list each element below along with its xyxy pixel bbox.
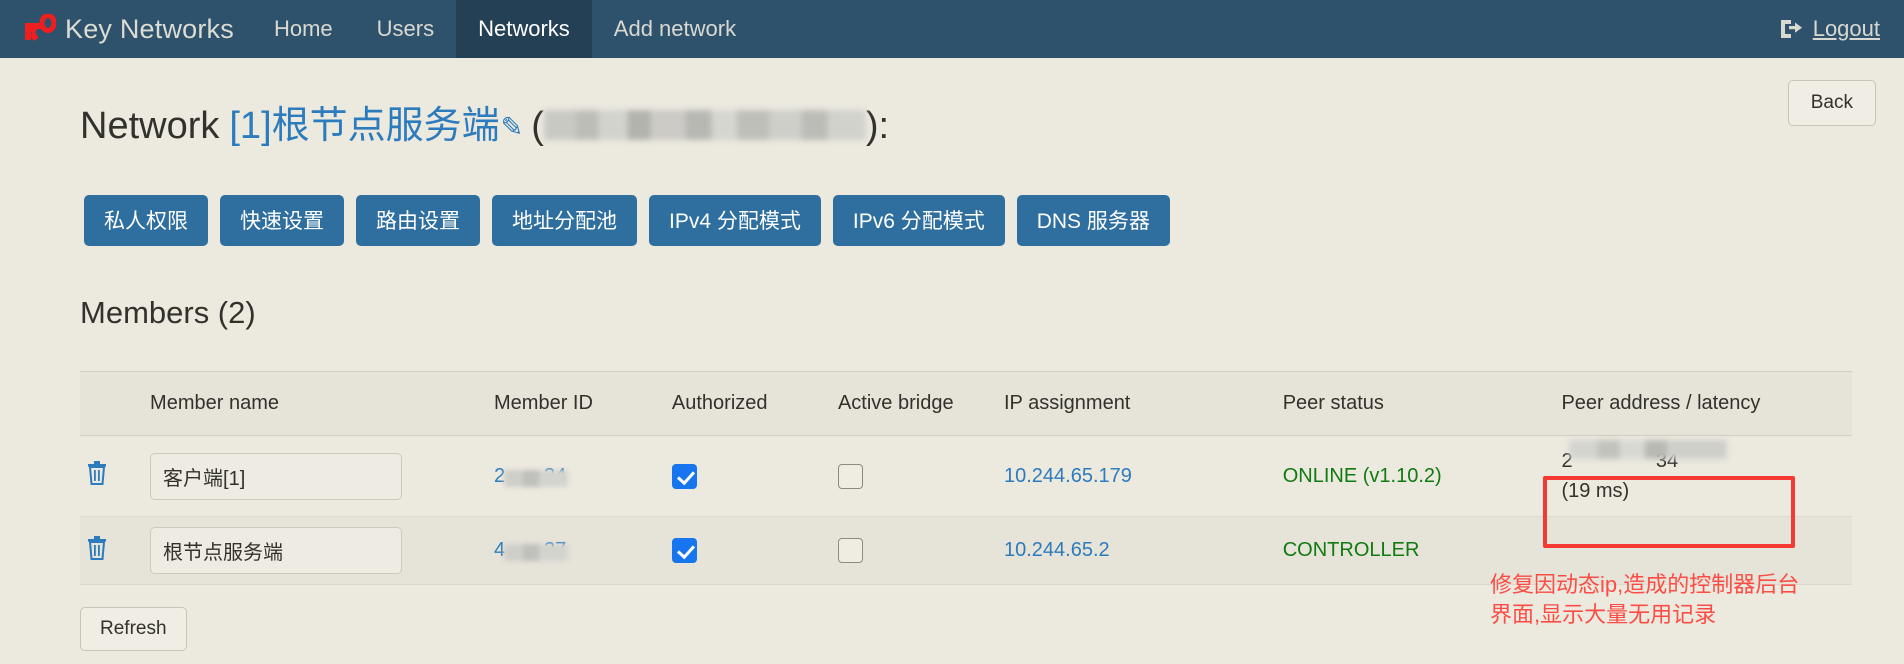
peer-latency: (19 ms) (1561, 480, 1630, 503)
navbar-right: Logout (1778, 0, 1904, 58)
col-header-peer-address-latency: Peer address / latency (1555, 371, 1852, 437)
ip-assignment-link[interactable]: 10.244.65.179 (1004, 465, 1132, 487)
config-button-routes[interactable]: 路由设置 (356, 194, 480, 246)
title-row: Network [1]根节点服务端 ✎ ( ): Back (0, 58, 1904, 175)
page-body: Network [1]根节点服务端 ✎ ( ): Back 私人权限 快速设置 … (0, 58, 1904, 652)
member-id-redacted[interactable]: 4 37 (494, 539, 568, 562)
peer-address-redacted: 2 34 (1561, 440, 1846, 476)
brand-label: Key Networks (65, 13, 234, 44)
top-navbar: Key Networks Home Users Networks Add net… (0, 0, 1904, 58)
trash-icon[interactable] (86, 460, 108, 486)
cell-active-bridge (831, 516, 998, 586)
cell-member-id: 4 37 (488, 516, 666, 586)
config-button-row: 私人权限 快速设置 路由设置 地址分配池 IPv4 分配模式 IPv6 分配模式… (0, 175, 1904, 246)
network-name: [1]根节点服务端 (229, 105, 500, 148)
cell-member-name (144, 435, 488, 518)
authorized-checkbox[interactable] (671, 538, 697, 564)
config-button-ipv4-mode[interactable]: IPv4 分配模式 (649, 194, 821, 246)
col-header-member-name: Member name (144, 371, 488, 437)
back-button[interactable]: Back (1787, 80, 1876, 126)
logout-button[interactable]: Logout (1778, 16, 1880, 42)
ip-assignment-link[interactable]: 10.244.65.2 (1004, 539, 1110, 561)
network-id-redacted (543, 110, 866, 141)
peer-status-value: ONLINE (v1.10.2) (1282, 464, 1442, 487)
brand[interactable]: Key Networks (0, 0, 252, 58)
cell-delete (80, 516, 145, 586)
paren-close: ): (865, 105, 890, 148)
cell-authorized (665, 516, 832, 586)
member-id-redacted[interactable]: 2 34 (494, 465, 568, 488)
cell-ip-assignment: 10.244.65.179 (998, 435, 1277, 518)
config-button-ipv6-mode[interactable]: IPv6 分配模式 (832, 194, 1005, 246)
col-header-peer-status: Peer status (1276, 371, 1556, 437)
config-button-ip-pool[interactable]: 地址分配池 (492, 194, 637, 246)
member-name-input[interactable] (150, 527, 403, 575)
members-table-body: 2 34 10.244.65.179 ONLINE (v (80, 435, 1852, 586)
cell-peer-status: ONLINE (v1.10.2) (1276, 435, 1556, 518)
col-header-active-bridge: Active bridge (831, 371, 998, 437)
member-name-input[interactable] (150, 452, 403, 500)
cell-authorized (665, 435, 832, 518)
members-table-head: Member name Member ID Authorized Active … (80, 371, 1852, 437)
refresh-button[interactable]: Refresh (80, 607, 187, 652)
col-header-member-id: Member ID (488, 371, 666, 437)
members-table-wrap: Member name Member ID Authorized Active … (0, 357, 1904, 586)
paren-open: ( (531, 105, 544, 148)
page-title: Network [1]根节点服务端 ✎ ( ): (80, 105, 889, 149)
sign-out-icon (1780, 20, 1802, 38)
cell-peer-address: 2 34 (19 ms) (1555, 435, 1852, 518)
cell-member-name (144, 516, 488, 586)
page-title-prefix: Network (80, 105, 220, 148)
cell-delete (80, 435, 145, 518)
annotation-right: 修复因动态ip,造成的控制器后台界面,显示大量无用记录 (1490, 572, 1800, 627)
config-button-private-permissions[interactable]: 私人权限 (84, 194, 208, 246)
nav-item-add-network[interactable]: Add network (592, 0, 758, 58)
config-button-quick-settings[interactable]: 快速设置 (220, 194, 344, 246)
cell-member-id: 2 34 (488, 435, 666, 518)
active-bridge-checkbox[interactable] (837, 463, 863, 489)
nav-item-users[interactable]: Users (355, 0, 456, 58)
authorized-checkbox[interactable] (671, 463, 697, 489)
pencil-icon[interactable]: ✎ (501, 112, 524, 143)
nav-item-networks[interactable]: Networks (456, 0, 592, 58)
config-button-dns[interactable]: DNS 服务器 (1016, 194, 1170, 246)
logout-label: Logout (1812, 16, 1880, 41)
cell-active-bridge (831, 435, 998, 518)
members-table: Member name Member ID Authorized Active … (80, 371, 1852, 586)
nav-links: Home Users Networks Add network (252, 0, 758, 58)
col-header-authorized: Authorized (665, 371, 832, 437)
peer-status-value: CONTROLLER (1282, 539, 1420, 562)
members-heading: Members (2) (80, 295, 256, 331)
active-bridge-checkbox[interactable] (837, 538, 863, 564)
col-header-delete (80, 371, 145, 437)
cell-ip-assignment: 10.244.65.2 (998, 516, 1277, 586)
nav-item-home[interactable]: Home (252, 0, 355, 58)
col-header-ip-assignment: IP assignment (998, 371, 1277, 437)
trash-icon[interactable] (86, 535, 108, 561)
table-row: 2 34 10.244.65.179 ONLINE (v (80, 435, 1852, 518)
table-header-row: Member name Member ID Authorized Active … (80, 371, 1852, 437)
key-icon (25, 14, 56, 41)
